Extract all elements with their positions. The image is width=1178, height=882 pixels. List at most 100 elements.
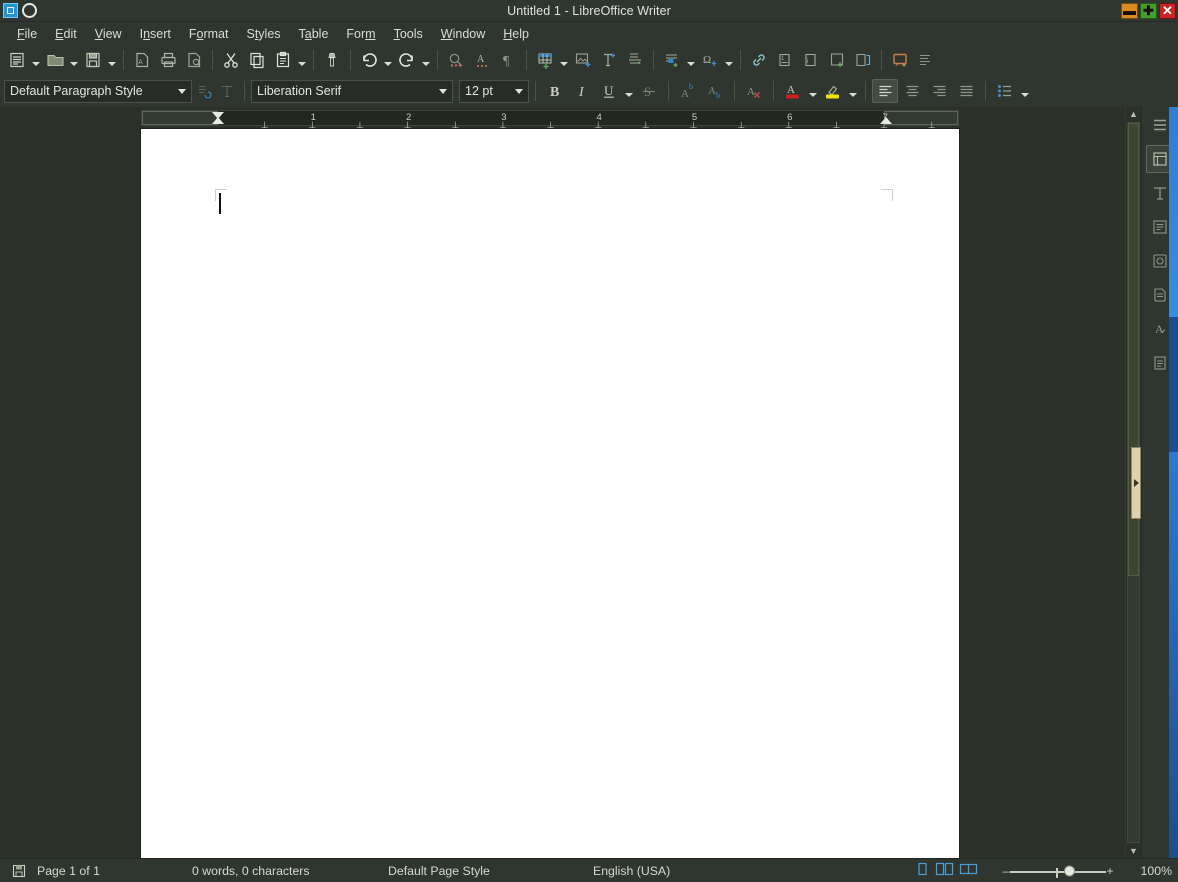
copy-icon[interactable] — [244, 48, 270, 72]
multi-page-view-icon[interactable] — [935, 862, 954, 879]
font-size-combobox[interactable]: 12 pt — [459, 79, 529, 103]
new-document-icon[interactable] — [4, 48, 30, 72]
undo-icon[interactable] — [356, 48, 382, 72]
window-menu-circle-icon[interactable] — [22, 3, 37, 18]
book-view-icon[interactable] — [959, 862, 978, 879]
spelling-icon[interactable]: A — [469, 48, 495, 72]
font-name-dropdown-icon[interactable] — [434, 81, 452, 102]
menu-form[interactable]: Form — [337, 25, 384, 43]
menu-help[interactable]: Help — [494, 25, 538, 43]
insert-table-dropdown-icon[interactable] — [558, 48, 570, 72]
zoom-knob[interactable] — [1064, 865, 1075, 876]
insert-table-icon[interactable] — [532, 48, 558, 72]
page-info[interactable]: Page 1 of 1 — [32, 864, 192, 878]
align-right-icon[interactable] — [926, 79, 952, 103]
cut-icon[interactable] — [218, 48, 244, 72]
bold-icon[interactable]: B — [542, 79, 568, 103]
underline-dropdown-icon[interactable] — [623, 79, 635, 103]
strikethrough-icon[interactable]: S — [636, 79, 662, 103]
update-selected-style-icon[interactable] — [193, 79, 215, 103]
sidebar-collapse-handle[interactable] — [1131, 446, 1141, 519]
scroll-up-arrow-icon[interactable]: ▲ — [1127, 107, 1141, 121]
save-document-dropdown-icon[interactable] — [106, 48, 118, 72]
find-and-replace-icon[interactable] — [443, 48, 469, 72]
insert-endnote-icon[interactable]: i — [798, 48, 824, 72]
zoom-in-button[interactable]: + — [1106, 864, 1114, 878]
paste-dropdown-icon[interactable] — [296, 48, 308, 72]
clear-direct-formatting-icon[interactable]: A — [741, 79, 767, 103]
vertical-scrollbar[interactable]: ▲ ▼ — [1125, 107, 1141, 858]
undo-dropdown-icon[interactable] — [382, 48, 394, 72]
highlight-color-icon[interactable] — [820, 79, 846, 103]
save-icon[interactable] — [6, 864, 32, 878]
scroll-down-arrow-icon[interactable]: ▼ — [1127, 844, 1141, 858]
new-document-dropdown-icon[interactable] — [30, 48, 42, 72]
close-button[interactable]: ✕ — [1159, 2, 1176, 19]
print-preview-icon[interactable] — [181, 48, 207, 72]
redo-dropdown-icon[interactable] — [420, 48, 432, 72]
font-size-dropdown-icon[interactable] — [510, 81, 528, 102]
font-color-icon[interactable]: A — [780, 79, 806, 103]
align-left-icon[interactable] — [872, 79, 898, 103]
clone-formatting-icon[interactable] — [319, 48, 345, 72]
paste-icon[interactable] — [270, 48, 296, 72]
align-justified-icon[interactable] — [953, 79, 979, 103]
italic-icon[interactable]: I — [569, 79, 595, 103]
menu-edit[interactable]: Edit — [46, 25, 86, 43]
insert-field-icon[interactable] — [659, 48, 685, 72]
zoom-track[interactable] — [1010, 870, 1106, 873]
export-as-pdf-icon[interactable]: A — [129, 48, 155, 72]
insert-field-dropdown-icon[interactable] — [685, 48, 697, 72]
menu-tools[interactable]: Tools — [385, 25, 432, 43]
unordered-list-dropdown-icon[interactable] — [1019, 79, 1031, 103]
menu-table[interactable]: Table — [290, 25, 338, 43]
left-indent-marker[interactable] — [212, 117, 224, 124]
menu-file[interactable]: File — [8, 25, 46, 43]
insert-footnote-icon[interactable]: 1 — [772, 48, 798, 72]
zoom-out-button[interactable]: – — [1002, 864, 1010, 878]
highlight-color-dropdown-icon[interactable] — [847, 79, 859, 103]
insert-bookmark-icon[interactable] — [824, 48, 850, 72]
menu-insert[interactable]: Insert — [131, 25, 180, 43]
superscript-icon[interactable]: Ab — [675, 79, 701, 103]
menu-window[interactable]: Window — [432, 25, 494, 43]
new-style-from-selection-icon[interactable] — [216, 79, 238, 103]
zoom-slider[interactable]: – + — [1002, 864, 1114, 878]
word-count[interactable]: 0 words, 0 characters — [192, 864, 388, 878]
insert-page-break-icon[interactable] — [622, 48, 648, 72]
menu-format[interactable]: Format — [180, 25, 238, 43]
open-document-icon[interactable] — [42, 48, 68, 72]
minimize-button[interactable]: ▬ — [1121, 2, 1138, 19]
subscript-icon[interactable]: Ab — [702, 79, 728, 103]
language-status[interactable]: English (USA) — [593, 864, 793, 878]
open-document-dropdown-icon[interactable] — [68, 48, 80, 72]
insert-image-icon[interactable] — [570, 48, 596, 72]
insert-hyperlink-icon[interactable] — [746, 48, 772, 72]
insert-cross-reference-icon[interactable] — [850, 48, 876, 72]
page-style[interactable]: Default Page Style — [388, 864, 593, 878]
zoom-level[interactable]: 100% — [1124, 864, 1172, 878]
save-document-icon[interactable] — [80, 48, 106, 72]
paragraph-style-combobox[interactable]: Default Paragraph Style — [4, 79, 192, 103]
font-name-combobox[interactable]: Liberation Serif — [251, 79, 453, 103]
single-page-view-icon[interactable] — [915, 862, 930, 879]
underline-icon[interactable]: U — [596, 79, 622, 103]
paragraph-style-dropdown-icon[interactable] — [173, 81, 191, 102]
unordered-list-icon[interactable] — [992, 79, 1018, 103]
svg-text:1: 1 — [781, 56, 785, 62]
menu-view[interactable]: View — [86, 25, 131, 43]
formatting-marks-icon[interactable]: ¶ — [495, 48, 521, 72]
align-center-icon[interactable] — [899, 79, 925, 103]
print-icon[interactable] — [155, 48, 181, 72]
insert-comment-icon[interactable] — [887, 48, 913, 72]
insert-special-character-dropdown-icon[interactable] — [723, 48, 735, 72]
insert-text-box-icon[interactable] — [596, 48, 622, 72]
svg-text:A: A — [747, 86, 755, 98]
font-color-dropdown-icon[interactable] — [807, 79, 819, 103]
maximize-button[interactable]: ✚ — [1140, 2, 1157, 19]
insert-special-character-icon[interactable]: Ω — [697, 48, 723, 72]
track-changes-icon[interactable] — [913, 48, 939, 72]
menu-styles[interactable]: Styles — [237, 25, 289, 43]
document-page[interactable] — [141, 129, 959, 858]
redo-icon[interactable] — [394, 48, 420, 72]
